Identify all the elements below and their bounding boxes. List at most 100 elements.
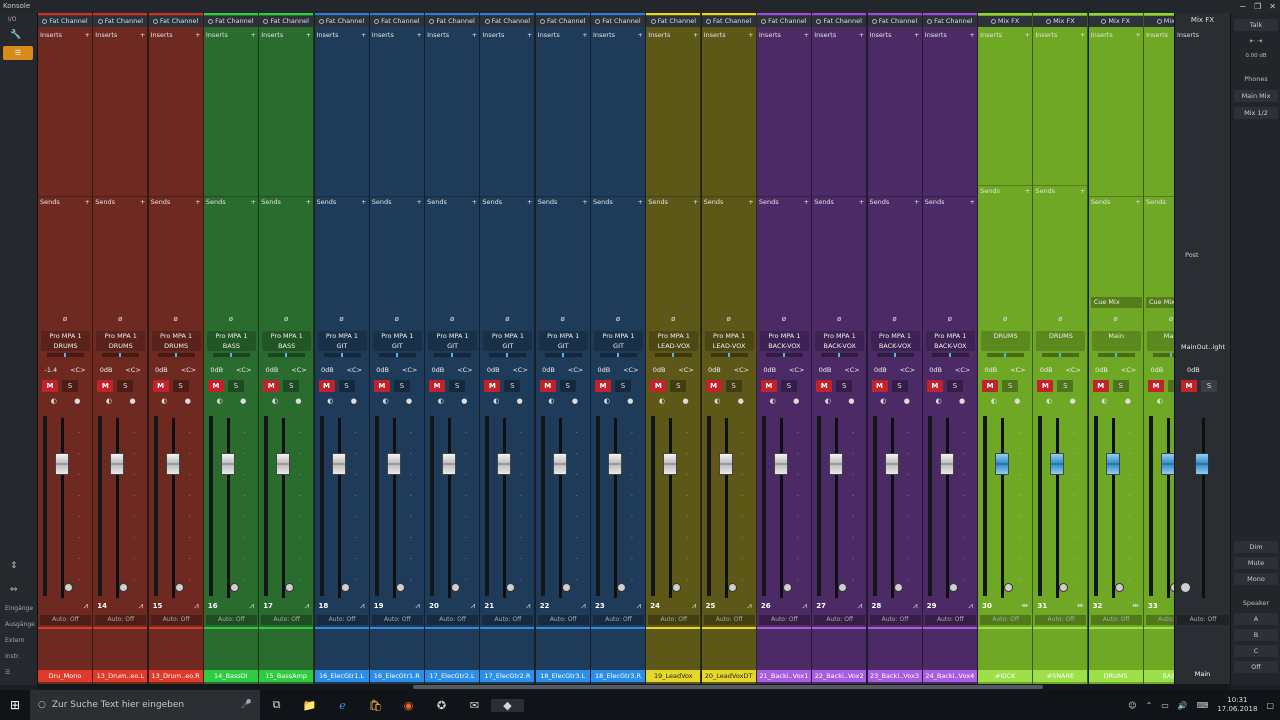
volume-fader[interactable] [165,453,180,475]
pan-bar[interactable] [544,353,582,357]
solo-button[interactable]: S [172,380,189,392]
phase-icon[interactable]: ø [38,315,92,323]
channel-header[interactable]: Fat Channel [425,16,480,27]
inserts-slot[interactable]: Inserts + [425,30,479,41]
pan-bar[interactable] [378,353,416,357]
automation-mode[interactable]: Auto: Off [648,615,700,625]
tray-chevron-icon[interactable]: ⌃ [1146,701,1153,710]
external-button[interactable]: Extern [2,637,36,644]
add-insert-icon[interactable]: + [914,30,919,41]
channel-header[interactable]: Fat Channel [812,16,867,27]
add-send-icon[interactable]: + [1135,197,1140,208]
sends-slot[interactable]: Sends + [1033,185,1088,196]
pan-bar[interactable] [655,353,693,357]
link-label[interactable]: <C> [125,366,140,374]
pan-knob[interactable] [1114,583,1124,592]
channel-header[interactable]: Fat Channel [867,16,922,27]
record-icon[interactable]: ● [1125,397,1131,405]
channel-header[interactable]: Fat Channel [922,16,977,27]
plugin-slot[interactable]: Pro MPA 1 LEAD-VOX [704,331,754,351]
wrench-icon[interactable]: 🔧 [10,30,21,40]
sends-slot[interactable]: Sends + [701,196,756,208]
automation-mode[interactable]: Auto: Off [593,615,644,625]
dim-button[interactable]: Dim [1234,541,1278,553]
link-label[interactable]: <C> [623,366,638,374]
automation-mode[interactable]: Auto: Off [980,615,1032,625]
record-icon[interactable]: ● [461,397,467,405]
record-icon[interactable]: ● [295,397,301,405]
automation-mode[interactable]: Auto: Off [1177,615,1229,625]
automation-mode[interactable]: Auto: Off [703,615,755,625]
monitor-icon[interactable]: ◐ [493,397,499,405]
add-insert-icon[interactable]: + [250,30,255,41]
record-icon[interactable]: ● [74,397,80,405]
phase-icon[interactable]: ø [646,315,700,323]
channel-name[interactable]: 17_ElecGtr2.L [425,670,480,682]
pan-bar[interactable] [710,353,748,357]
volume-fader[interactable] [55,453,69,475]
link-label[interactable]: <C> [1010,366,1025,374]
plugin-slot[interactable]: Pro MPA 1 BACK-VOX [925,331,975,351]
phase-icon[interactable]: ø [978,315,1032,323]
pan-knob[interactable] [672,583,682,592]
phase-icon[interactable]: ø [1089,315,1143,323]
link-label[interactable]: <C> [236,366,251,374]
pan-knob[interactable] [285,583,295,592]
phase-icon[interactable]: ø [315,315,369,323]
waveform-icon[interactable]: ⩘ [636,601,641,611]
mute-button[interactable]: M [1037,380,1054,392]
volume-fader[interactable] [884,453,899,475]
channel-name[interactable]: 23_Backi..Vox3 [867,670,922,682]
monitor-icon[interactable]: ◐ [770,397,776,405]
channel-name[interactable]: 20_LeadVoxDT [701,670,756,682]
pan-knob[interactable] [893,583,903,592]
mute-button[interactable]: M [871,380,888,392]
channel-header[interactable]: Fat Channel [93,16,148,27]
plugin-slot[interactable]: Pro MPA 1 LEAD-VOX [649,331,699,351]
pan-bar[interactable] [434,353,472,357]
solo-button[interactable]: S [504,380,521,392]
pan-bar[interactable] [268,353,306,357]
automation-mode[interactable]: Auto: Off [537,615,589,625]
add-send-icon[interactable]: + [195,197,200,208]
channel-header[interactable]: Fat Channel [259,16,314,27]
mute-button[interactable]: M [42,380,58,392]
mute-button[interactable]: M [982,380,999,392]
solo-button[interactable]: S [338,380,355,392]
channel-header[interactable]: Fat Channel [369,16,424,27]
channel-header[interactable]: Fat Channel [701,16,756,27]
menu-icon[interactable]: ☰ [2,669,36,676]
mute-button[interactable]: M [97,380,114,392]
plugin-slot[interactable]: Pro MPA 1 GIT [594,331,643,351]
solo-button[interactable]: S [1057,380,1074,392]
channel-header[interactable]: Mix FX [978,16,1033,27]
monitor-icon[interactable]: ◐ [659,397,665,405]
channel-header[interactable]: Fat Channel [646,16,701,27]
add-send-icon[interactable]: + [859,197,864,208]
waveform-icon[interactable]: ⩘ [858,601,863,611]
phase-icon[interactable]: ø [425,315,479,323]
mute-monitor-button[interactable]: Mute [1234,557,1278,569]
channel-name[interactable]: 18_ElecGtr3.R [591,670,645,682]
monitor-icon[interactable]: ◐ [327,397,333,405]
automation-mode[interactable]: Auto: Off [150,615,202,625]
pan-knob[interactable] [727,583,737,592]
inserts-slot[interactable]: Inserts + [702,30,756,41]
inserts-slot[interactable]: Inserts + [868,30,922,41]
mono-button[interactable]: Mono [1234,573,1278,585]
channel-name[interactable]: 21_Backi..Vox1 [756,670,811,682]
add-send-icon[interactable]: + [748,197,753,208]
monitor-icon[interactable]: ◐ [1157,397,1163,405]
speaker-a-button[interactable]: A [1234,613,1278,625]
link-label[interactable]: <C> [789,366,804,374]
link-label[interactable]: <C> [568,366,583,374]
pan-bar[interactable] [765,353,803,357]
phase-icon[interactable]: ø [702,315,756,323]
add-insert-icon[interactable]: + [140,30,145,41]
record-icon[interactable]: ● [1014,397,1020,405]
link-label[interactable]: <C> [900,366,915,374]
channel-header[interactable]: Fat Channel [203,16,258,27]
microphone-icon[interactable]: 🎤 [241,700,252,710]
automation-mode[interactable]: Auto: Off [814,615,866,625]
add-insert-icon[interactable]: + [1135,30,1140,41]
